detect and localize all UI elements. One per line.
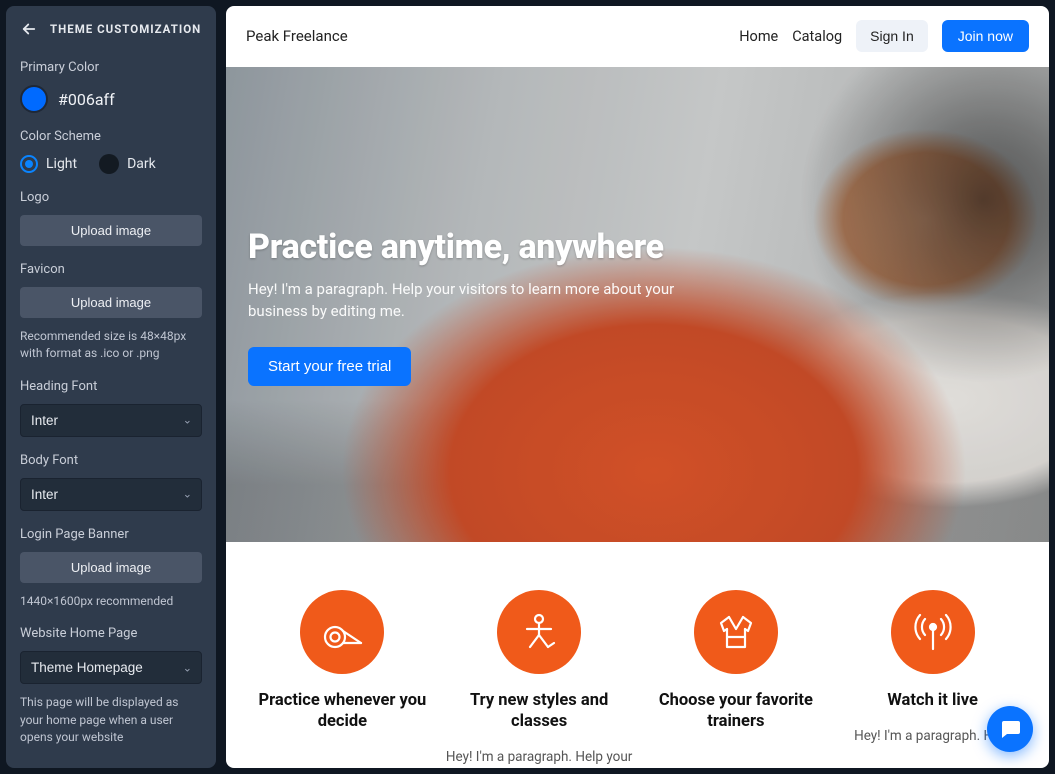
primary-color-row[interactable]: #006aff — [20, 85, 202, 113]
feature-styles: Try new styles and classes Hey! I'm a pa… — [443, 590, 636, 768]
heading-font-label: Heading Font — [20, 379, 202, 394]
home-page-hint: This page will be displayed as your home… — [20, 694, 202, 746]
primary-color-hex: #006aff — [58, 90, 115, 109]
body-font-select[interactable]: Inter ⌄ — [20, 478, 202, 511]
join-now-button[interactable]: Join now — [942, 20, 1029, 52]
favicon-hint: Recommended size is 48×48px with format … — [20, 328, 202, 363]
sidebar-title: THEME CUSTOMIZATION — [50, 22, 201, 36]
yoga-pose-icon — [497, 590, 581, 674]
primary-color-label: Primary Color — [20, 60, 202, 75]
feature-sub: Hey! I'm a paragraph. Help your — [446, 748, 632, 768]
favicon-label: Favicon — [20, 262, 202, 277]
feature-practice: Practice whenever you decide — [246, 590, 439, 768]
feature-title: Watch it live — [887, 690, 977, 711]
upload-login-banner-button[interactable]: Upload image — [20, 552, 202, 583]
hero-title: Practice anytime, anywhere — [248, 227, 1027, 267]
chat-icon — [998, 717, 1022, 741]
arrow-left-icon — [20, 20, 38, 38]
start-trial-button[interactable]: Start your free trial — [248, 347, 411, 386]
site-preview: Peak Freelance Home Catalog Sign In Join… — [226, 6, 1049, 768]
hero-section: Practice anytime, anywhere Hey! I'm a pa… — [226, 67, 1049, 542]
chat-fab[interactable] — [987, 706, 1033, 752]
feature-title: Try new styles and classes — [443, 690, 636, 733]
nav-catalog[interactable]: Catalog — [792, 28, 842, 45]
theme-sidebar: THEME CUSTOMIZATION Primary Color #006af… — [6, 6, 216, 768]
login-banner-label: Login Page Banner — [20, 527, 202, 542]
feature-trainers: Choose your favorite trainers — [640, 590, 833, 768]
color-scheme-label: Color Scheme — [20, 129, 202, 144]
primary-color-swatch[interactable] — [20, 85, 48, 113]
nav-home[interactable]: Home — [739, 28, 778, 45]
mat-icon — [300, 590, 384, 674]
gi-jacket-icon — [694, 590, 778, 674]
brand-name: Peak Freelance — [246, 27, 348, 45]
scheme-light-radio[interactable] — [20, 155, 38, 173]
preview-topbar: Peak Freelance Home Catalog Sign In Join… — [226, 6, 1049, 67]
color-scheme-row: Light Dark — [20, 154, 202, 174]
broadcast-icon — [891, 590, 975, 674]
sidebar-header: THEME CUSTOMIZATION — [6, 6, 216, 54]
scheme-dark-radio[interactable] — [99, 154, 119, 174]
scheme-light-label: Light — [46, 156, 77, 172]
features-row: Practice whenever you decide Try new sty… — [226, 542, 1049, 768]
scheme-dark-label: Dark — [127, 156, 156, 172]
body-font-label: Body Font — [20, 453, 202, 468]
heading-font-select[interactable]: Inter ⌄ — [20, 404, 202, 437]
feature-title: Practice whenever you decide — [246, 690, 439, 733]
logo-label: Logo — [20, 190, 202, 205]
home-page-select[interactable]: Theme Homepage ⌄ — [20, 651, 202, 684]
sign-in-button[interactable]: Sign In — [856, 20, 928, 52]
preview-nav: Home Catalog Sign In Join now — [739, 20, 1029, 52]
upload-favicon-button[interactable]: Upload image — [20, 287, 202, 318]
hero-subtitle: Hey! I'm a paragraph. Help your visitors… — [248, 279, 728, 323]
feature-title: Choose your favorite trainers — [640, 690, 833, 733]
login-banner-hint: 1440×1600px recommended — [20, 593, 202, 610]
back-button[interactable] — [20, 20, 38, 38]
upload-logo-button[interactable]: Upload image — [20, 215, 202, 246]
home-page-label: Website Home Page — [20, 626, 202, 641]
